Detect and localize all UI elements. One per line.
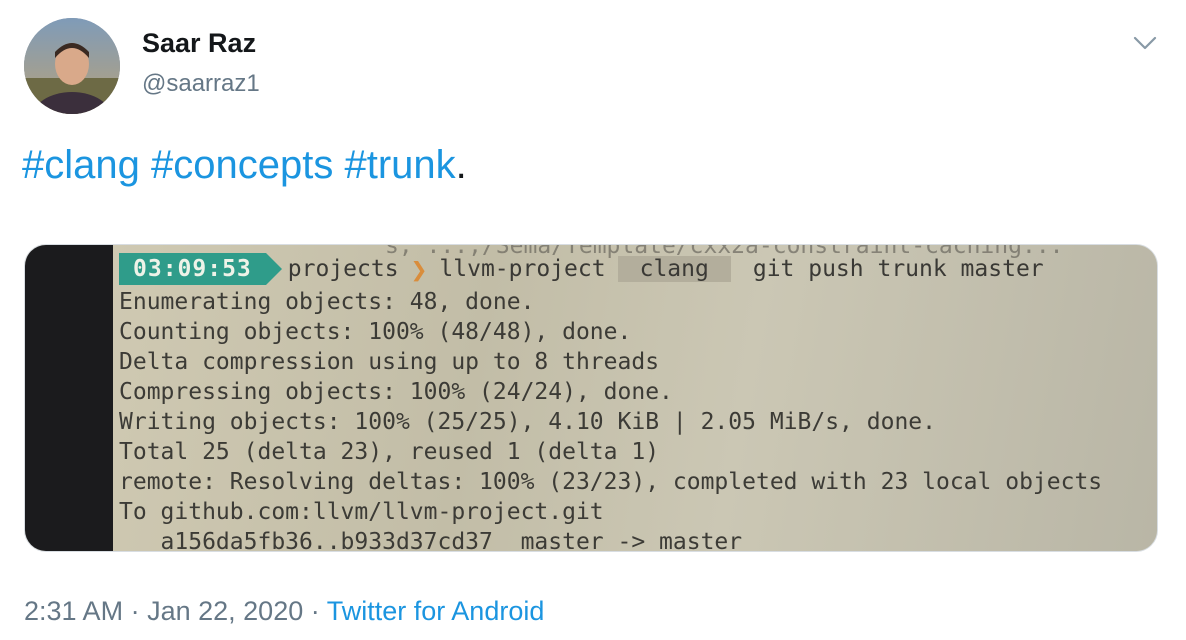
terminal-line: Compressing objects: 100% (24/24), done. — [119, 379, 673, 405]
prompt-path-segment: projects — [287, 256, 399, 282]
meta-separator: · — [310, 596, 320, 626]
hashtag-trunk[interactable]: #trunk — [344, 143, 455, 187]
terminal-line: To github.com:llvm/llvm-project.git — [119, 499, 604, 525]
prompt-time-badge: 03:09:53 — [119, 253, 282, 285]
tweet-photo[interactable]: s, ...;/Sema/Template/cxx2a-constraint-c… — [24, 244, 1158, 552]
author-name[interactable]: Saar Raz — [142, 28, 256, 59]
chevron-down-icon[interactable] — [1130, 30, 1160, 54]
prompt-command: git push trunk master — [752, 256, 1044, 282]
terminal-line: Counting objects: 100% (48/48), done. — [119, 319, 632, 345]
terminal-line: Total 25 (delta 23), reused 1 (delta 1) — [119, 439, 660, 465]
meta-separator: · — [130, 596, 140, 626]
prompt-path-segment: llvm-project — [439, 256, 606, 282]
terminal-line: a156da5fb36..b933d37cd37 master -> maste… — [119, 529, 743, 552]
terminal-line: Enumerating objects: 48, done. — [119, 289, 535, 315]
avatar[interactable] — [24, 18, 120, 114]
prompt-path-segment: clang — [617, 256, 731, 282]
terminal-prompt: 03:09:53 projects ❯ llvm-project clang g… — [119, 251, 1102, 287]
tweet-source-link[interactable]: Twitter for Android — [327, 596, 545, 626]
terminal-line: Delta compression using up to 8 threads — [119, 349, 660, 375]
prompt-separator-icon: ❯ — [410, 252, 428, 286]
hashtag-concepts[interactable]: #concepts — [151, 143, 333, 187]
tweet-date[interactable]: Jan 22, 2020 — [147, 596, 303, 626]
terminal-line: Writing objects: 100% (25/25), 4.10 KiB … — [119, 409, 936, 435]
hashtag-clang[interactable]: #clang — [22, 143, 140, 187]
author-handle[interactable]: @saarraz1 — [142, 70, 260, 98]
tweet-time[interactable]: 2:31 AM — [24, 596, 123, 626]
terminal-line: remote: Resolving deltas: 100% (23/23), … — [119, 469, 1103, 495]
monitor-bezel — [25, 245, 113, 551]
terminal-output: 03:09:53 projects ❯ llvm-project clang g… — [119, 245, 1103, 552]
avatar-image — [24, 18, 120, 114]
tweet-text: #clang #concepts #trunk. — [22, 140, 467, 190]
tweet-metadata: 2:31 AM · Jan 22, 2020 · Twitter for And… — [24, 596, 544, 627]
tweet-trailing-punctuation: . — [455, 143, 467, 187]
